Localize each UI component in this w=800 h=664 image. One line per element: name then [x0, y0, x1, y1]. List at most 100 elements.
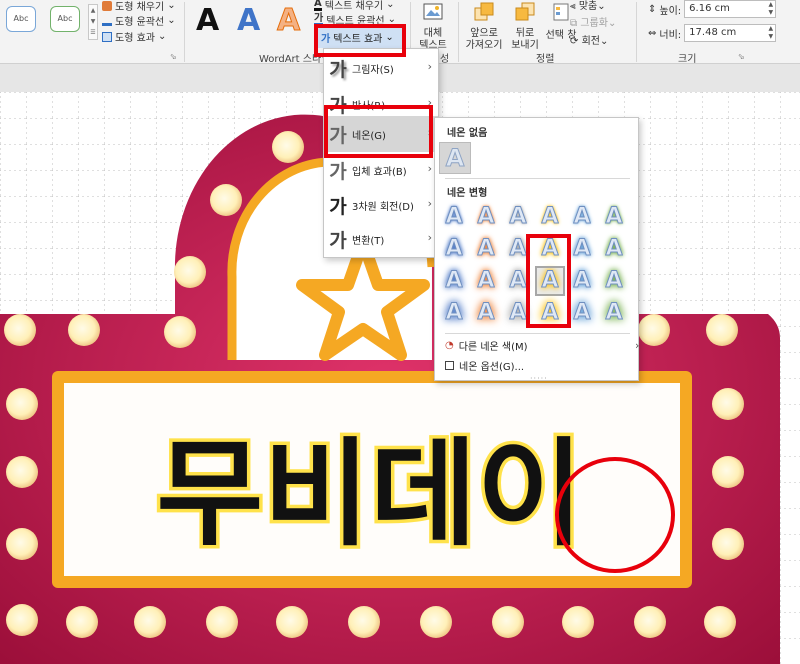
glow-options-item[interactable]: 네온 옵션(G)... — [445, 358, 524, 373]
height-label: 높이: — [659, 5, 682, 17]
width-spinner[interactable]: ▲ ▼ — [769, 25, 774, 41]
palette-icon: ◔ — [445, 340, 454, 351]
height-spinner[interactable]: ▲ ▼ — [769, 1, 774, 17]
rotate-icon: ⟳ — [570, 36, 579, 47]
selection-pane-icon — [553, 3, 569, 21]
glow-variation-tile[interactable]: A — [473, 300, 499, 326]
highlight-selected-glow-column — [526, 234, 571, 328]
align-label: 맞춤 — [578, 1, 598, 12]
menu-item-label: 3차원 회전(D) — [352, 201, 414, 213]
no-glow-glyph: A — [445, 144, 465, 173]
rotate-label: 회전 — [581, 36, 600, 47]
shape-effects-button[interactable]: 도형 효과 ⌄ — [102, 29, 166, 44]
rotate-button[interactable]: ⟳ 회전⌄ — [570, 32, 608, 47]
height-value: 6.16 cm — [689, 3, 730, 14]
height-icon: ⇕ — [648, 3, 657, 15]
glow-variation-tile[interactable]: A — [601, 300, 627, 326]
menu-item-label: 변환(T) — [352, 235, 385, 247]
width-value: 17.48 cm — [689, 27, 737, 38]
glow-variation-tile[interactable]: A — [537, 204, 563, 230]
align-button[interactable]: ⫷ 맞춤⌄ — [570, 0, 606, 12]
glow-variation-tile[interactable]: A — [569, 268, 595, 294]
shape-outline-button[interactable]: 도형 윤곽선 ⌄ — [102, 13, 176, 28]
chevron-down-icon: ⌄ — [599, 36, 609, 47]
shape-style-gallery-scroll[interactable]: ▲ ▼ ☰ — [88, 4, 98, 40]
height-input[interactable]: 6.16 cm ▲ ▼ — [684, 0, 777, 18]
chevron-down-icon: ⌄ — [167, 0, 176, 11]
shape-effects-icon — [102, 31, 112, 42]
options-square-icon — [445, 361, 454, 370]
shape-fill-label: 도형 채우기 — [115, 2, 165, 13]
highlight-text-glow-circle — [555, 457, 675, 573]
chevron-right-icon: › — [427, 60, 432, 73]
glow-variation-tile[interactable]: A — [441, 268, 467, 294]
shape-style-sample-2[interactable]: Abc — [50, 6, 80, 32]
sign-text[interactable]: 무비데이 — [153, 424, 587, 566]
wordart-sample-blue[interactable]: A — [237, 4, 260, 38]
size-group-label: 크기 — [678, 54, 697, 65]
text-fill-button[interactable]: A 텍스트 채우기 ⌄ — [314, 0, 395, 12]
glow-variation-tile[interactable]: A — [569, 300, 595, 326]
alt-text-button[interactable]: 대체 텍스트 — [418, 2, 448, 52]
menu-item-transform[interactable]: 가 변환(T) › — [324, 221, 438, 257]
text-fill-label: 텍스트 채우기 — [324, 1, 384, 12]
width-input[interactable]: 17.48 cm ▲ ▼ — [684, 24, 777, 42]
resize-grip-icon[interactable]: ····· — [530, 374, 548, 383]
shape-style-sample-1[interactable]: Abc — [6, 6, 36, 32]
pencil-icon — [102, 16, 112, 26]
glow-variation-tile[interactable]: A — [569, 236, 595, 262]
glow-variation-tile[interactable]: A — [441, 236, 467, 262]
glow-variation-tile[interactable]: A — [601, 268, 627, 294]
shape-fill-button[interactable]: 도형 채우기 ⌄ — [102, 0, 176, 13]
glow-variation-tile[interactable]: A — [505, 204, 531, 230]
chevron-down-icon: ⌄ — [597, 1, 606, 12]
chevron-right-icon: › — [427, 231, 432, 244]
glow-options-label: 네온 옵션(G)... — [459, 362, 525, 373]
glow-variation-tile[interactable]: A — [473, 268, 499, 294]
glow-variation-tile[interactable]: A — [473, 204, 499, 230]
glow-variation-tile[interactable]: A — [441, 300, 467, 326]
more-glow-colors-item[interactable]: ◔ 다른 네온 색(M) › — [445, 338, 639, 353]
alt-text-label-line1: 대체 — [423, 28, 443, 39]
accessibility-group-label: 성 — [440, 54, 450, 65]
no-glow-heading: 네온 없음 — [447, 128, 488, 139]
menu-item-label: 입체 효과(B) — [352, 166, 407, 178]
bevel-glyph-icon: 가 — [329, 160, 347, 183]
paint-bucket-icon — [102, 0, 112, 11]
width-label: 너비: — [659, 29, 682, 41]
highlight-text-effects-button — [314, 24, 406, 57]
transform-glyph-icon: 가 — [329, 229, 347, 252]
arrange-group-label: 정렬 — [536, 54, 555, 65]
no-glow-tile[interactable]: A — [439, 142, 471, 174]
menu-item-3d-rotation[interactable]: 가 3차원 회전(D) › — [324, 187, 438, 223]
chevron-down-icon: ⌄ — [607, 18, 617, 29]
wordart-sample-black[interactable]: A — [196, 4, 219, 38]
glow-variation-tile[interactable]: A — [601, 236, 627, 262]
glow-variation-tile[interactable]: A — [569, 204, 595, 230]
shadow-glyph-icon: 가 — [329, 58, 347, 81]
more-glow-colors-label: 다른 네온 색(M) — [458, 342, 528, 353]
send-backward-icon — [515, 2, 535, 21]
send-backward-label-line1: 뒤로 — [515, 28, 535, 39]
width-icon: ⇔ — [648, 27, 657, 39]
divider — [445, 333, 630, 334]
shape-effects-label: 도형 효과 — [115, 33, 155, 44]
send-backward-button[interactable]: 뒤로 보내기 — [503, 2, 547, 52]
width-row: ⇔ 너비: 17.48 cm ▲ ▼ — [648, 24, 777, 42]
divider — [184, 2, 185, 62]
chevron-right-icon: › — [427, 162, 432, 175]
highlight-glow-menu-item — [324, 105, 433, 158]
shape-styles-launcher-icon[interactable]: ⬂ — [170, 52, 177, 61]
glow-variation-tile[interactable]: A — [473, 236, 499, 262]
text-fill-icon: A — [314, 0, 322, 11]
wordart-sample-orange[interactable]: A — [276, 3, 300, 38]
alt-text-icon — [423, 3, 443, 20]
3d-rotation-glyph-icon: 가 — [329, 195, 347, 218]
glow-variation-tile[interactable]: A — [601, 204, 627, 230]
group-button[interactable]: ⧉ 그룹화⌄ — [570, 14, 616, 29]
glow-variation-tile[interactable]: A — [441, 204, 467, 230]
align-icon: ⫷ — [570, 1, 576, 12]
menu-item-label: 그림자(S) — [352, 64, 394, 76]
glow-variations-heading: 네온 변형 — [447, 188, 488, 199]
size-launcher-icon[interactable]: ⬂ — [738, 52, 745, 61]
